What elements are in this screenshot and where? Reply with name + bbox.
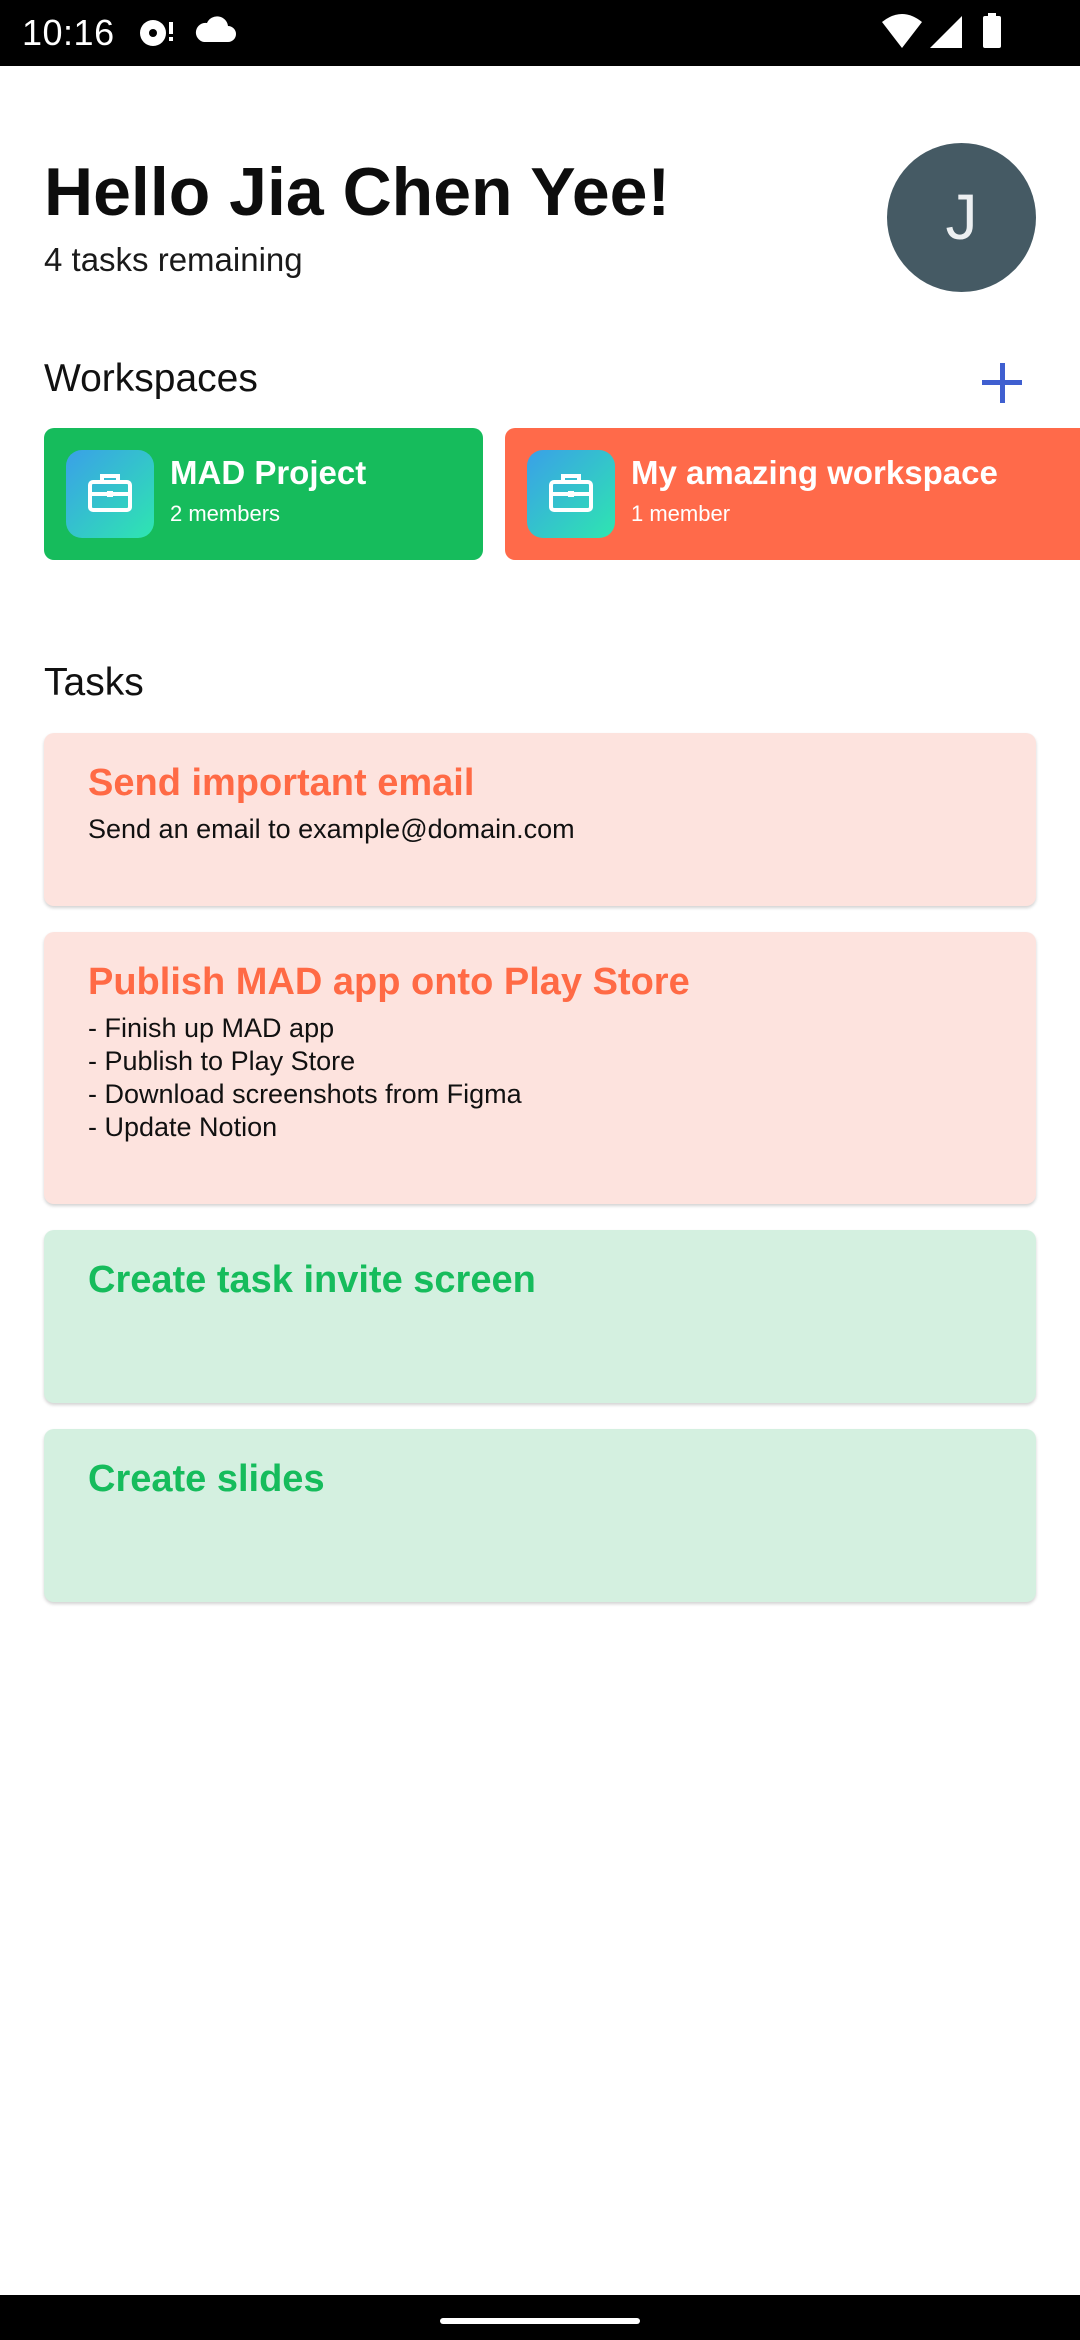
status-time: 10:16 — [22, 12, 115, 53]
task-title: Create task invite screen — [88, 1259, 536, 1301]
task-card-create-task-invite-screen[interactable]: Create task invite screen — [44, 1230, 1036, 1403]
task-card-publish-mad-app[interactable]: Publish MAD app onto Play Store - Finish… — [44, 932, 1036, 1204]
disc-alert-icon — [136, 0, 176, 71]
task-description: Send an email to example@domain.com — [88, 814, 575, 844]
status-bar: 10:16 — [0, 0, 1080, 66]
tasks-remaining-count: 4 tasks remaining — [44, 241, 303, 278]
cellular-signal-icon — [926, 0, 966, 71]
battery-icon — [980, 0, 1006, 71]
task-title: Publish MAD app onto Play Store — [88, 961, 690, 1003]
task-description: - Finish up MAD app - Publish to Play St… — [88, 1013, 522, 1142]
workspace-card-mad-project[interactable]: MAD Project 2 members — [44, 428, 483, 560]
workspace-members: 2 members — [170, 501, 281, 526]
workspace-members: 1 member — [631, 501, 731, 526]
task-card-send-important-email[interactable]: Send important email Send an email to ex… — [44, 733, 1036, 906]
avatar[interactable]: J — [887, 143, 1036, 292]
plus-icon — [976, 363, 1028, 413]
workspaces-heading: Workspaces — [44, 357, 258, 400]
task-title: Create slides — [88, 1458, 325, 1500]
wifi-icon — [880, 0, 924, 71]
cloud-icon — [194, 0, 238, 71]
briefcase-icon — [527, 450, 615, 538]
task-card-create-slides[interactable]: Create slides — [44, 1429, 1036, 1602]
briefcase-icon — [66, 450, 154, 538]
greeting-title: Hello Jia Chen Yee! — [44, 154, 671, 230]
workspace-card-my-amazing-workspace[interactable]: My amazing workspace 1 member — [505, 428, 1080, 560]
add-workspace-button[interactable] — [976, 357, 1028, 409]
home-gesture-handle[interactable] — [440, 2318, 640, 2324]
system-navigation-bar — [0, 2295, 1080, 2340]
task-title: Send important email — [88, 762, 475, 804]
home-screen: 10:16 Hello Jia Chen Yee! 4 tasks remain… — [0, 0, 1080, 2340]
tasks-heading: Tasks — [44, 661, 144, 704]
workspace-name: MAD Project — [170, 454, 367, 491]
workspace-name: My amazing workspace — [631, 454, 998, 491]
